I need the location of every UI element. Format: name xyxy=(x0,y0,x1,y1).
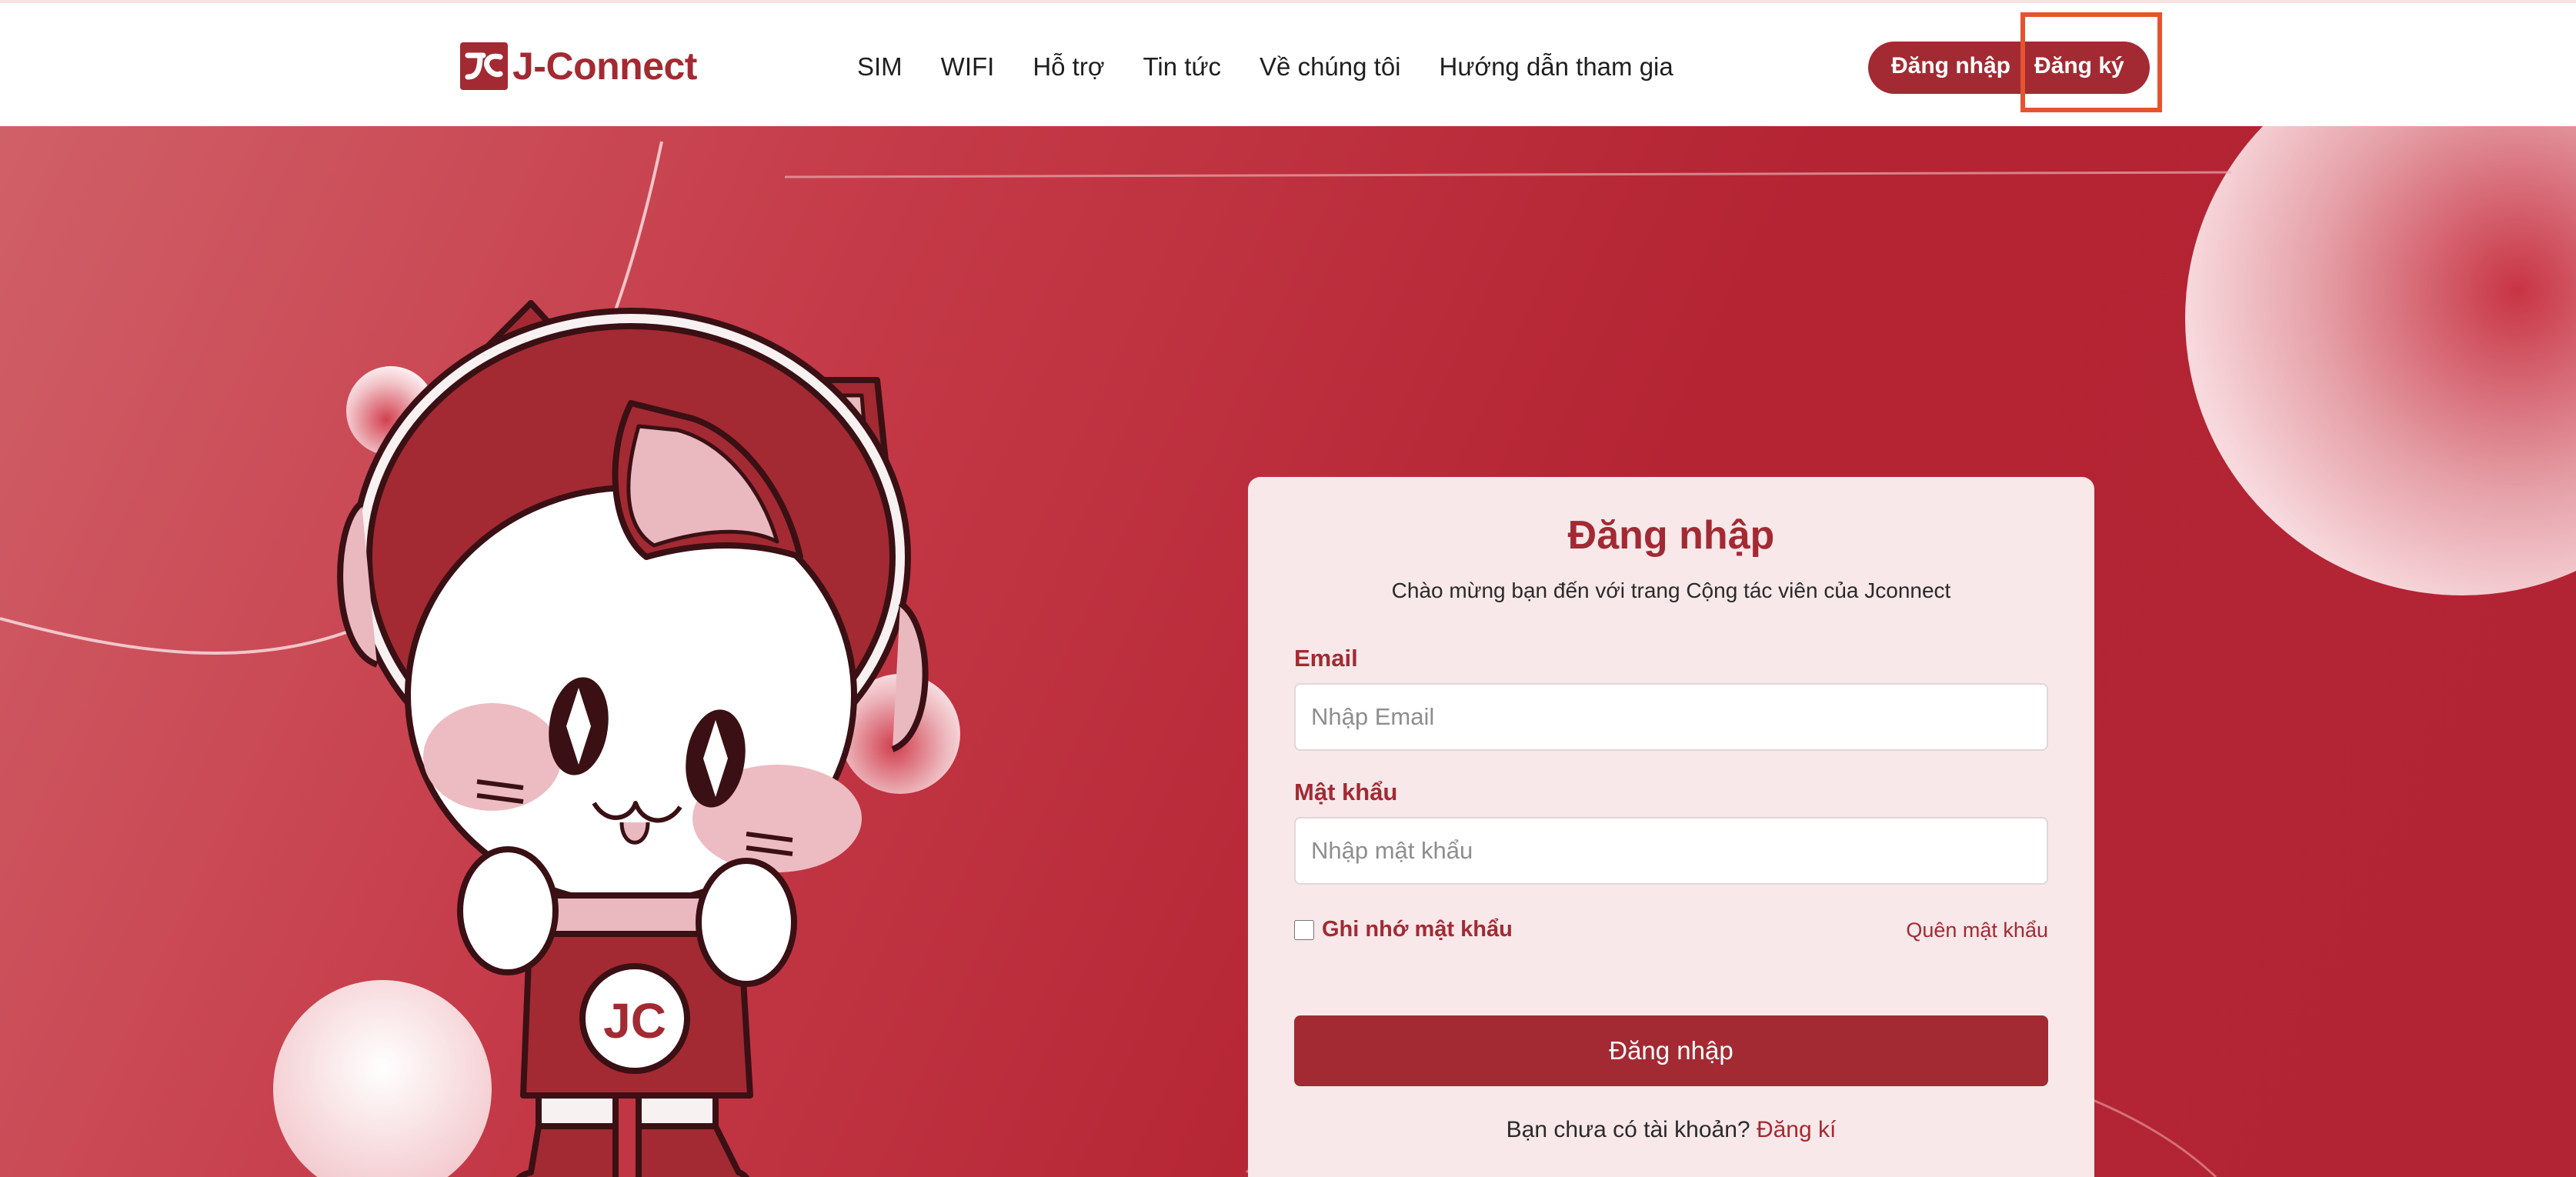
email-field[interactable] xyxy=(1294,683,2048,751)
jc-logo-icon xyxy=(460,42,508,90)
header-login-button[interactable]: Đăng nhập xyxy=(1891,53,2010,79)
nav-item-about[interactable]: Về chúng tôi xyxy=(1260,49,1400,85)
signup-link[interactable]: Đăng kí xyxy=(1757,1117,1836,1142)
nav-item-wifi[interactable]: WIFI xyxy=(941,49,995,85)
logo-text: J-Connect xyxy=(512,45,697,88)
signup-row: Bạn chưa có tài khoản? Đăng kí xyxy=(1248,1117,2094,1143)
signup-prompt: Bạn chưa có tài khoản? xyxy=(1506,1117,1757,1142)
password-label: Mật khẩu xyxy=(1294,779,1398,805)
nav-item-guide[interactable]: Hướng dẫn tham gia xyxy=(1440,49,1673,85)
email-label: Email xyxy=(1294,645,1358,672)
register-highlight-box xyxy=(2020,12,2162,112)
forgot-password-link[interactable]: Quên mật khẩu xyxy=(1906,919,2048,942)
remember-me: Ghi nhớ mật khẩu xyxy=(1294,917,1513,942)
main-nav: SIM WIFI Hỗ trợ Tin tức Về chúng tôi Hướ… xyxy=(857,49,1712,85)
site-header: J-Connect SIM WIFI Hỗ trợ Tin tức Về chú… xyxy=(0,3,2576,126)
login-title: Đăng nhập xyxy=(1567,513,1775,558)
site-logo[interactable]: J-Connect xyxy=(460,42,697,91)
remember-checkbox[interactable] xyxy=(1294,919,1314,940)
nav-item-news[interactable]: Tin tức xyxy=(1143,49,1221,85)
nav-item-support[interactable]: Hỗ trợ xyxy=(1033,49,1104,85)
hero-section: JC Đăng nhập Chào mừng bạn đến với trang… xyxy=(0,126,2576,1177)
login-subtitle: Chào mừng bạn đến với trang Cộng tác viê… xyxy=(1391,578,1951,602)
login-card: Đăng nhập Chào mừng bạn đến với trang Cộ… xyxy=(1248,477,2094,1177)
svg-text:JC: JC xyxy=(603,993,666,1049)
nav-item-sim[interactable]: SIM xyxy=(857,49,903,85)
login-submit-button[interactable]: Đăng nhập xyxy=(1294,1015,2048,1086)
password-field[interactable] xyxy=(1294,817,2048,885)
remember-label[interactable]: Ghi nhớ mật khẩu xyxy=(1322,917,1513,942)
